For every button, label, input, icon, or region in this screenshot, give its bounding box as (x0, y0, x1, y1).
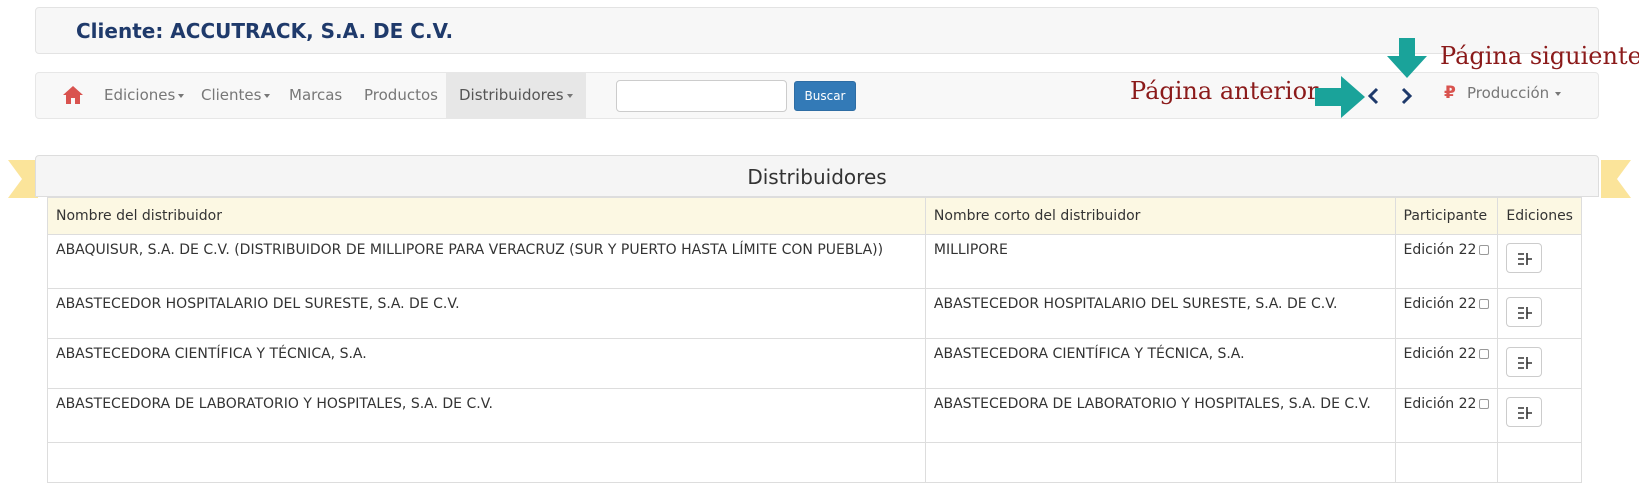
environment-dropdown[interactable]: Producción (1467, 84, 1562, 102)
nav-clientes[interactable]: Clientes (188, 73, 283, 118)
editions-button[interactable] (1506, 243, 1543, 273)
participant-cell: Edición 22 (1394, 288, 1499, 339)
participant-cell: Edición 22 (1394, 234, 1499, 289)
caret-down-icon (264, 93, 271, 98)
nav-productos[interactable]: Productos (351, 73, 451, 118)
list-tree-icon (1518, 307, 1533, 319)
editions-button[interactable] (1506, 297, 1543, 327)
client-title: Cliente: ACCUTRACK, S.A. DE C.V. (76, 19, 453, 43)
column-header-participant[interactable]: Participante (1394, 197, 1499, 235)
editions-cell (1497, 388, 1582, 443)
table-row: ABAQUISUR, S.A. DE C.V. (DISTRIBUIDOR DE… (47, 234, 1582, 289)
distributor-short-name (924, 442, 1396, 483)
client-bar: Cliente: ACCUTRACK, S.A. DE C.V. (35, 7, 1599, 54)
ribbon-left (8, 160, 38, 198)
panel-heading: Distribuidores (35, 155, 1599, 197)
search-input[interactable] (616, 80, 787, 112)
distributor-name: ABASTECEDOR HOSPITALARIO DEL SURESTE, S.… (47, 288, 926, 339)
annotation-arrow-down-icon (1387, 38, 1427, 78)
nav-distribuidores-label: Distribuidores (459, 86, 564, 104)
participant-checkbox[interactable] (1479, 299, 1490, 309)
distributor-short-name: MILLIPORE (924, 234, 1396, 289)
distributor-name (47, 442, 926, 483)
client-name: ACCUTRACK, S.A. DE C.V. (170, 19, 454, 43)
distributor-name: ABAQUISUR, S.A. DE C.V. (DISTRIBUIDOR DE… (47, 234, 926, 289)
nav-clientes-label: Clientes (201, 86, 262, 104)
home-icon[interactable] (62, 85, 84, 105)
participant-checkbox[interactable] (1479, 245, 1490, 255)
participant-edition: Edición 22 (1403, 396, 1477, 412)
page-title: Distribuidores (747, 165, 887, 189)
list-tree-icon (1518, 357, 1533, 369)
nav-ediciones-label: Ediciones (104, 86, 176, 104)
environment-label: Producción (1467, 84, 1550, 102)
column-header-short-name[interactable]: Nombre corto del distribuidor (924, 197, 1396, 235)
editions-cell (1497, 234, 1582, 289)
editions-cell (1497, 442, 1582, 483)
annotation-arrow-right-icon (1315, 76, 1365, 118)
table-header-row: Nombre del distribuidor Nombre corto del… (47, 197, 1582, 235)
distributor-short-name: ABASTECEDORA DE LABORATORIO Y HOSPITALES… (924, 388, 1396, 443)
ruble-icon: ₽ (1444, 83, 1456, 103)
distributor-name: ABASTECEDORA DE LABORATORIO Y HOSPITALES… (47, 388, 926, 443)
participant-edition: Edición 22 (1403, 296, 1477, 312)
participant-cell (1394, 442, 1499, 483)
chevron-right-icon[interactable] (1399, 87, 1413, 108)
participant-checkbox[interactable] (1479, 349, 1490, 359)
editions-cell (1497, 288, 1582, 339)
annotation-next-page: Página siguiente (1440, 42, 1639, 70)
column-header-name[interactable]: Nombre del distribuidor (47, 197, 926, 235)
list-tree-icon (1518, 253, 1533, 265)
distributor-short-name: ABASTECEDORA CIENTÍFICA Y TÉCNICA, S.A. (924, 338, 1396, 389)
participant-checkbox[interactable] (1479, 399, 1490, 409)
column-header-editions[interactable]: Ediciones (1497, 197, 1582, 235)
search-button[interactable]: Buscar (794, 81, 856, 111)
editions-cell (1497, 338, 1582, 389)
participant-cell: Edición 22 (1394, 388, 1499, 443)
caret-down-icon (566, 93, 573, 98)
chevron-left-icon[interactable] (1367, 87, 1381, 108)
ribbon-right (1601, 160, 1631, 198)
table-row: ABASTECEDORA DE LABORATORIO Y HOSPITALES… (47, 388, 1582, 443)
participant-cell: Edición 22 (1394, 338, 1499, 389)
caret-down-icon (1555, 91, 1562, 96)
nav-distribuidores[interactable]: Distribuidores (446, 73, 586, 118)
participant-edition: Edición 22 (1403, 242, 1477, 258)
nav-productos-label: Productos (364, 86, 438, 104)
participant-edition: Edición 22 (1403, 346, 1477, 362)
distributor-name: ABASTECEDORA CIENTÍFICA Y TÉCNICA, S.A. (47, 338, 926, 389)
table-row: ABASTECEDOR HOSPITALARIO DEL SURESTE, S.… (47, 288, 1582, 339)
annotation-prev-page: Página anterior (1130, 77, 1319, 105)
editions-button[interactable] (1506, 347, 1543, 377)
caret-down-icon (178, 93, 185, 98)
distributor-short-name: ABASTECEDOR HOSPITALARIO DEL SURESTE, S.… (924, 288, 1396, 339)
table-row (47, 442, 1582, 483)
editions-button[interactable] (1506, 397, 1543, 427)
nav-ediciones[interactable]: Ediciones (91, 73, 197, 118)
client-label: Cliente: (76, 19, 164, 43)
list-tree-icon (1518, 407, 1533, 419)
nav-marcas[interactable]: Marcas (276, 73, 355, 118)
nav-marcas-label: Marcas (289, 86, 343, 104)
distributors-table: Nombre del distribuidor Nombre corto del… (47, 197, 1582, 483)
table-row: ABASTECEDORA CIENTÍFICA Y TÉCNICA, S.A. … (47, 338, 1582, 389)
